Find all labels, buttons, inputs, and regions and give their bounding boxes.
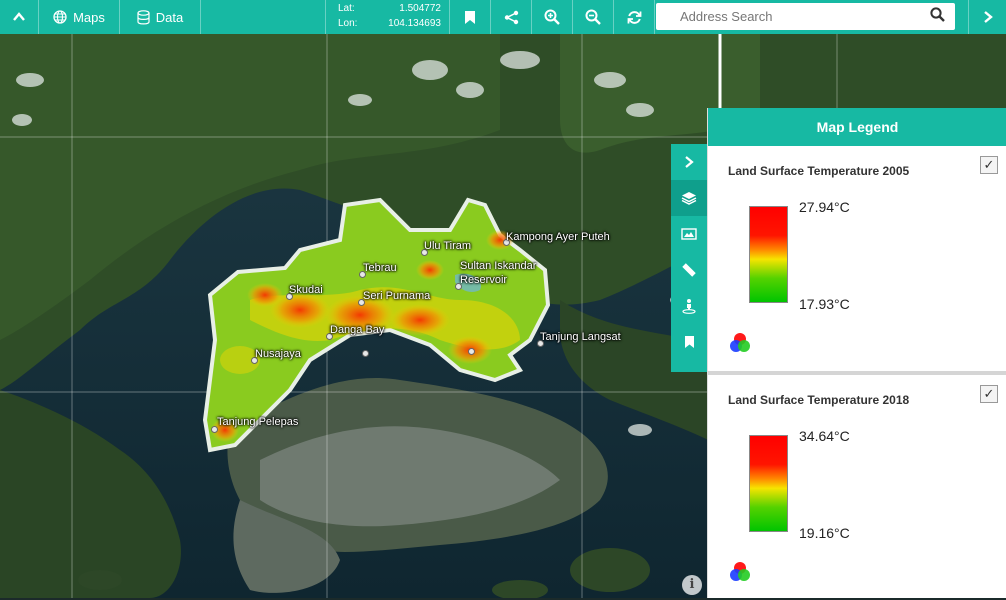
chevron-up-icon xyxy=(13,12,25,21)
coordinate-readout: Lat: 1.504772 Lon: 104.134693 xyxy=(326,0,450,34)
place-marker[interactable] xyxy=(455,283,462,290)
map-image-button[interactable] xyxy=(671,216,707,252)
legend-title: Map Legend xyxy=(708,108,1006,146)
share-button[interactable] xyxy=(491,0,532,34)
search-icon[interactable] xyxy=(930,7,945,22)
lon-value: 104.134693 xyxy=(388,18,441,29)
layers-button[interactable] xyxy=(671,180,707,216)
lon-label: Lon: xyxy=(338,18,358,29)
zoom-in-icon xyxy=(544,9,560,25)
globe-icon xyxy=(53,10,67,24)
layers-icon xyxy=(681,192,697,205)
place-label-ulu-tiram: Ulu Tiram xyxy=(424,240,472,252)
zoom-in-button[interactable] xyxy=(532,0,573,34)
ramp-max-label: 34.64°C xyxy=(799,428,850,444)
address-search-input[interactable] xyxy=(678,3,932,30)
rgb-color-icon[interactable] xyxy=(728,561,752,583)
bookmarks-button[interactable] xyxy=(671,324,707,360)
measure-button[interactable] xyxy=(671,252,707,288)
toolbar: Maps Data Lat: 1.504772 Lon: 104.134693 xyxy=(0,0,1006,34)
layer-visibility-checkbox[interactable]: ✓ xyxy=(980,385,998,403)
expand-right-button[interactable] xyxy=(968,0,1006,34)
place-label-tanjung-pelepas: Tanjung Pelepas xyxy=(217,416,299,428)
place-marker[interactable] xyxy=(362,350,369,357)
chevron-right-icon xyxy=(685,156,694,168)
color-ramp xyxy=(749,435,788,532)
legend-layer: Land Surface Temperature 2018 ✓ 34.64°C … xyxy=(708,375,1006,600)
map-image-icon xyxy=(681,228,697,240)
place-label-kampong-ayer-puteh: Kampong Ayer Puteh xyxy=(506,231,610,243)
place-label-nusajaya: Nusajaya xyxy=(255,348,301,360)
place-marker[interactable] xyxy=(468,348,475,355)
data-label: Data xyxy=(155,9,184,25)
ramp-min-label: 19.16°C xyxy=(799,525,850,541)
place-label-reservoir: Reservoir xyxy=(460,274,508,286)
share-icon xyxy=(504,10,518,24)
place-label-tanjung-langsat: Tanjung Langsat xyxy=(540,331,621,343)
database-icon xyxy=(137,9,150,24)
zoom-out-button[interactable] xyxy=(573,0,614,34)
refresh-icon xyxy=(627,10,641,24)
layer-visibility-checkbox[interactable]: ✓ xyxy=(980,156,998,174)
ruler-icon xyxy=(682,263,696,277)
address-search xyxy=(656,3,955,30)
layer-title: Land Surface Temperature 2005 xyxy=(728,164,910,178)
lat-value: 1.504772 xyxy=(399,3,441,14)
info-icon[interactable]: i xyxy=(682,575,702,595)
bookmark-button[interactable] xyxy=(450,0,491,34)
place-label-sultan-iskandar: Sultan Iskandar xyxy=(460,260,537,272)
zoom-out-icon xyxy=(585,9,601,25)
place-label-danga-bay: Danga Bay xyxy=(330,324,385,336)
maps-button[interactable]: Maps xyxy=(39,0,120,34)
side-toolbar xyxy=(671,144,707,372)
person-pin-icon xyxy=(682,299,696,314)
location-button[interactable] xyxy=(671,288,707,324)
refresh-button[interactable] xyxy=(614,0,655,34)
chevron-right-icon xyxy=(984,11,993,23)
bookmark-icon xyxy=(684,336,694,348)
ramp-max-label: 27.94°C xyxy=(799,199,850,215)
place-label-tebrau: Tebrau xyxy=(363,262,397,274)
data-button[interactable]: Data xyxy=(120,0,201,34)
map-legend-panel: Map Legend Land Surface Temperature 2005… xyxy=(707,108,1006,598)
legend-layer: Land Surface Temperature 2005 ✓ 27.94°C … xyxy=(708,146,1006,375)
collapse-toolbar-button[interactable] xyxy=(0,0,39,34)
lat-label: Lat: xyxy=(338,3,355,14)
maps-label: Maps xyxy=(73,9,105,25)
rgb-color-icon[interactable] xyxy=(728,332,752,354)
place-label-skudai: Skudai xyxy=(289,284,323,296)
layer-title: Land Surface Temperature 2018 xyxy=(728,393,910,407)
place-label-seri-purnama: Seri Purnama xyxy=(363,290,431,302)
collapse-panel-button[interactable] xyxy=(671,144,707,180)
ramp-min-label: 17.93°C xyxy=(799,296,850,312)
bookmark-icon xyxy=(465,10,475,24)
color-ramp xyxy=(749,206,788,303)
